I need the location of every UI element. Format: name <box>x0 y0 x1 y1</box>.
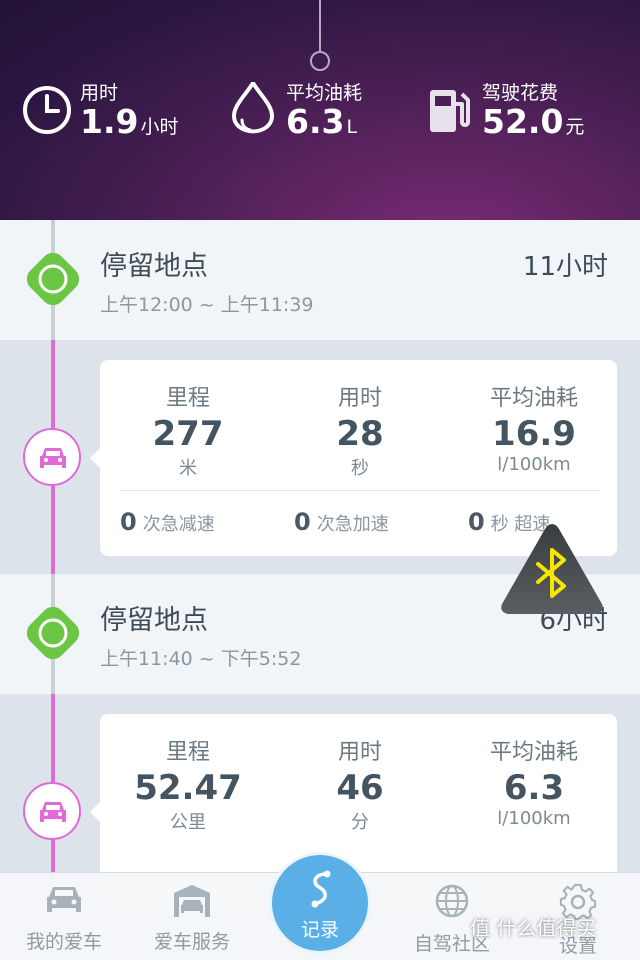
metric-value: 277 <box>152 414 224 454</box>
trip-fuel: 平均油耗 6.3 l/100km <box>448 734 620 829</box>
trip-marker <box>23 428 81 486</box>
watermark: 值 什么值得买 <box>470 916 597 940</box>
summary-cost: 驾驶花费 52.0 元 <box>424 76 634 146</box>
nav-record-button[interactable]: 记录 <box>269 852 371 954</box>
metric-unit: l/100km <box>497 808 571 829</box>
metric-value: 6.3 <box>503 768 565 808</box>
stop-marker-icon <box>26 606 80 660</box>
header-timeline-line <box>319 0 321 52</box>
metric-label: 里程 <box>165 740 210 765</box>
stop-title: 停留地点 <box>100 251 208 282</box>
garage-icon <box>174 885 210 917</box>
summary-fuel-value: 6.3 L <box>286 102 358 141</box>
bluetooth-icon[interactable] <box>498 520 606 620</box>
hard-brake-count: 0 次急减速 <box>120 508 215 536</box>
metric-label: 用时 <box>337 386 382 411</box>
summary-time: 用时 1.9 小时 <box>22 76 222 146</box>
metric-value: 28 <box>336 414 384 454</box>
trip-distance: 里程 52.47 公里 <box>102 734 274 834</box>
stop-time: 上午12:00 ~ 上午11:39 <box>100 294 314 316</box>
stop-row[interactable]: 停留地点 上午12:00 ~ 上午11:39 11小时 <box>0 220 640 340</box>
nav-record-label: 记录 <box>300 919 339 941</box>
trip-distance: 里程 277 米 <box>102 380 274 480</box>
summary-time-label: 用时 <box>80 82 119 104</box>
route-icon <box>311 870 331 908</box>
nav-car-service[interactable]: 爱车服务 <box>132 883 252 954</box>
metric-unit: 秒 <box>351 458 369 479</box>
metric-value: 52.47 <box>134 768 242 808</box>
metric-label: 平均油耗 <box>489 740 578 765</box>
drop-icon <box>231 82 275 134</box>
summary-time-value: 1.9 小时 <box>80 102 179 141</box>
trip-fuel: 平均油耗 16.9 l/100km <box>448 380 620 475</box>
nav-label: 爱车服务 <box>153 931 230 953</box>
header-timeline-ring <box>310 51 330 71</box>
metric-unit: 分 <box>351 812 369 833</box>
metric-unit: 米 <box>179 458 197 479</box>
car-icon <box>40 448 66 468</box>
summary-fuel-label: 平均油耗 <box>286 82 363 104</box>
nav-label: 我的爱车 <box>25 931 102 953</box>
stop-time: 上午11:40 ~ 下午5:52 <box>100 648 302 670</box>
metric-value: 16.9 <box>492 414 576 454</box>
globe-icon <box>435 884 469 918</box>
metric-label: 里程 <box>165 386 210 411</box>
stop-title: 停留地点 <box>100 605 208 636</box>
trip-marker <box>23 782 81 840</box>
car-icon <box>47 887 81 912</box>
stop-marker-icon <box>26 252 80 306</box>
summary-fuel: 平均油耗 6.3 L <box>228 76 428 146</box>
summary-cost-value: 52.0 元 <box>482 102 585 141</box>
hard-accel-count: 0 次急加速 <box>294 508 389 536</box>
card-divider <box>120 490 599 491</box>
metric-unit: l/100km <box>497 454 571 475</box>
clock-icon <box>23 86 71 134</box>
nav-my-car[interactable]: 我的爱车 <box>4 883 124 954</box>
summary-header: 用时 1.9 小时 平均油耗 6.3 L 驾驶花费 52.0 元 <box>0 0 640 220</box>
car-icon <box>40 802 66 822</box>
metric-unit: 公里 <box>170 812 206 833</box>
metric-value: 46 <box>336 768 384 808</box>
summary-cost-label: 驾驶花费 <box>482 82 559 104</box>
fuel-pump-icon <box>430 90 470 132</box>
metric-label: 用时 <box>337 740 382 765</box>
metric-label: 平均油耗 <box>489 386 578 411</box>
stop-duration: 11小时 <box>522 252 608 282</box>
trip-duration: 用时 28 秒 <box>274 380 446 480</box>
trip-duration: 用时 46 分 <box>274 734 446 834</box>
